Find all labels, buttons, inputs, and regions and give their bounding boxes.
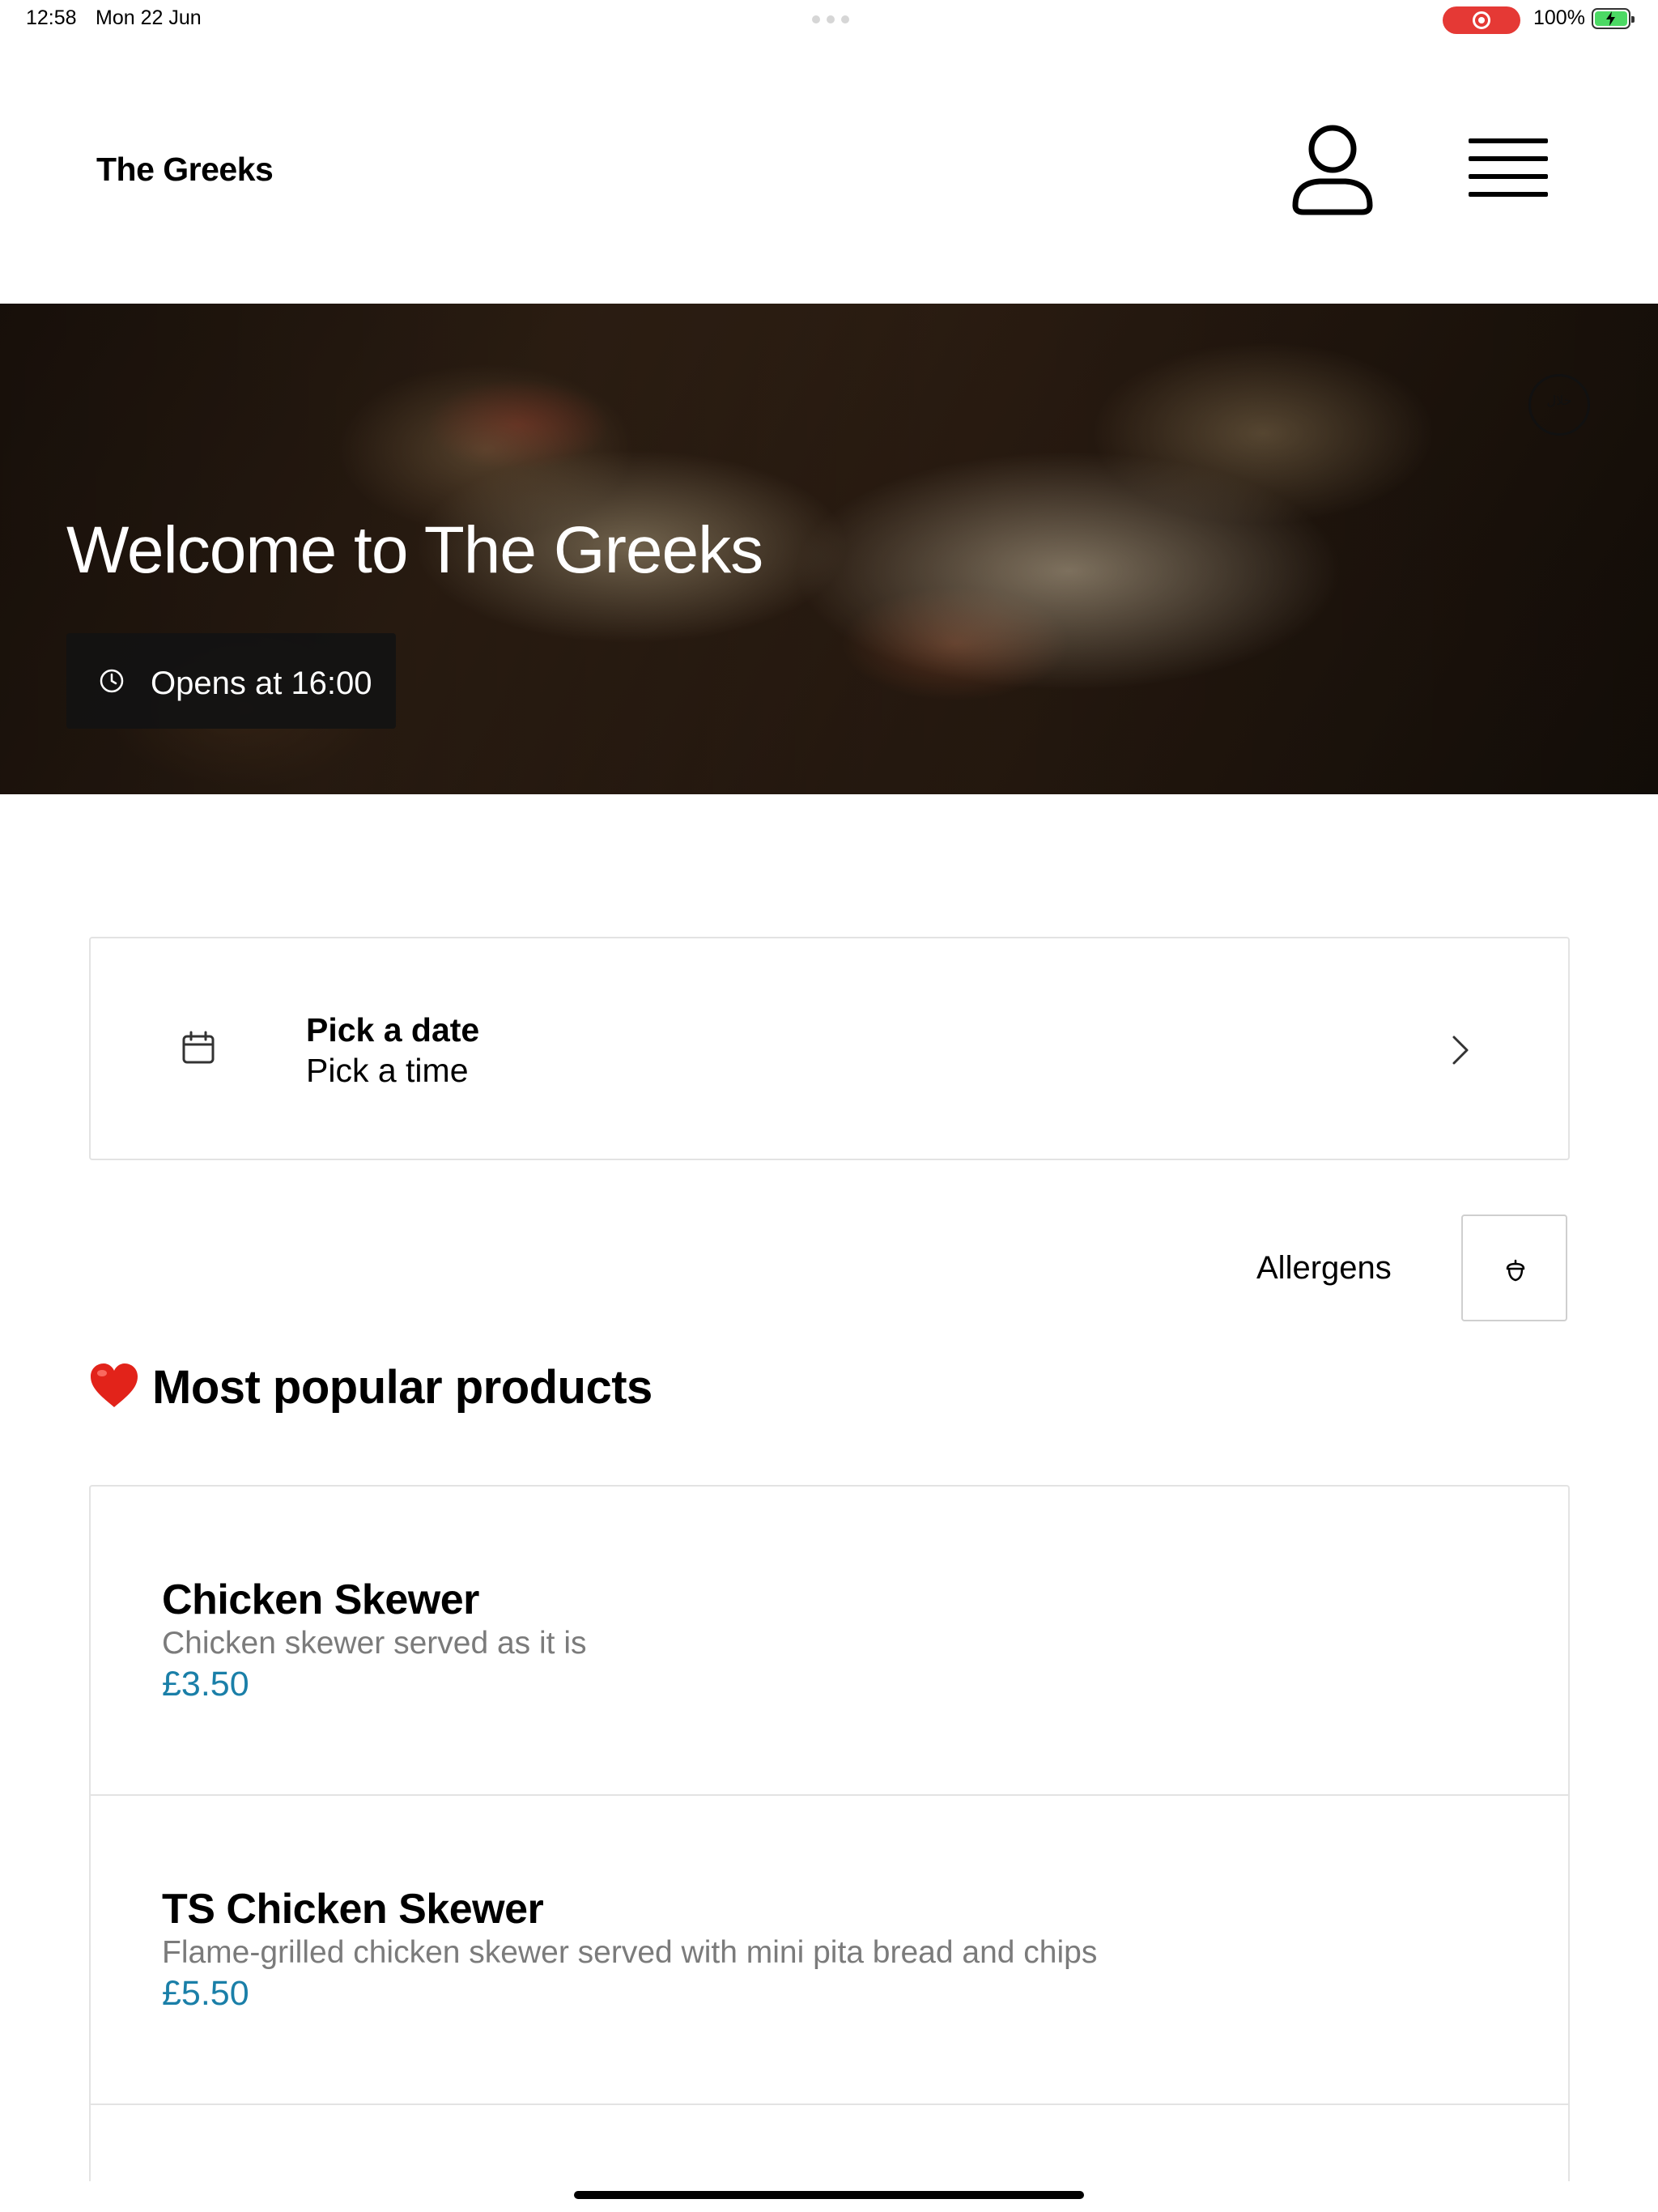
product-name: Chicken Skewer [162, 1576, 479, 1623]
calendar-icon [182, 1031, 215, 1064]
opening-hours-text: Opens at 16:00 [151, 666, 372, 701]
hero-title: Welcome to The Greeks [66, 513, 763, 587]
opening-hours-badge: Opens at 16:00 [66, 633, 396, 729]
brand-name[interactable]: The Greeks [96, 151, 274, 189]
product-name: TS Chicken Skewer [162, 1886, 544, 1933]
home-indicator[interactable] [574, 2191, 1084, 2199]
product-description: Chicken skewer served as it is [162, 1626, 587, 1661]
pick-time-label: Pick a time [306, 1052, 469, 1089]
battery-icon [1592, 8, 1635, 29]
product-price: £3.50 [162, 1665, 249, 1704]
halal-badge-icon: حلال [1528, 374, 1590, 436]
product-item[interactable]: Chicken Skewer Chicken skewer served as … [91, 1487, 1568, 1796]
multitasking-dots-icon[interactable] [812, 15, 849, 23]
section-title: Most popular products [152, 1361, 653, 1414]
heart-icon [91, 1363, 138, 1407]
acorn-icon [1506, 1259, 1525, 1282]
chevron-right-icon [1452, 1036, 1469, 1065]
allergens-label: Allergens [1256, 1250, 1392, 1286]
product-list: Chicken Skewer Chicken skewer served as … [89, 1485, 1570, 2181]
battery-percentage: 100% [1533, 6, 1585, 29]
product-price: £5.50 [162, 1974, 249, 2013]
account-button[interactable] [1287, 121, 1378, 222]
menu-button[interactable] [1464, 134, 1554, 206]
product-item[interactable]: TS Chicken Skewer Flame-grilled chicken … [91, 1796, 1568, 2105]
allergens-button[interactable] [1461, 1214, 1567, 1321]
date-time-picker[interactable]: Pick a date Pick a time [89, 937, 1570, 1160]
status-bar: 12:58 Mon 22 Jun 100% [0, 0, 1658, 39]
hero-banner: حلال Welcome to The Greeks Opens at 16:0… [0, 304, 1658, 794]
screen-recording-icon[interactable] [1443, 6, 1520, 34]
status-time: 12:58 [26, 6, 77, 29]
product-description: Flame-grilled chicken skewer served with… [162, 1935, 1098, 1970]
pick-date-label: Pick a date [306, 1011, 480, 1049]
status-date: Mon 22 Jun [96, 6, 202, 29]
user-icon [1292, 125, 1373, 215]
clock-icon [100, 669, 124, 693]
